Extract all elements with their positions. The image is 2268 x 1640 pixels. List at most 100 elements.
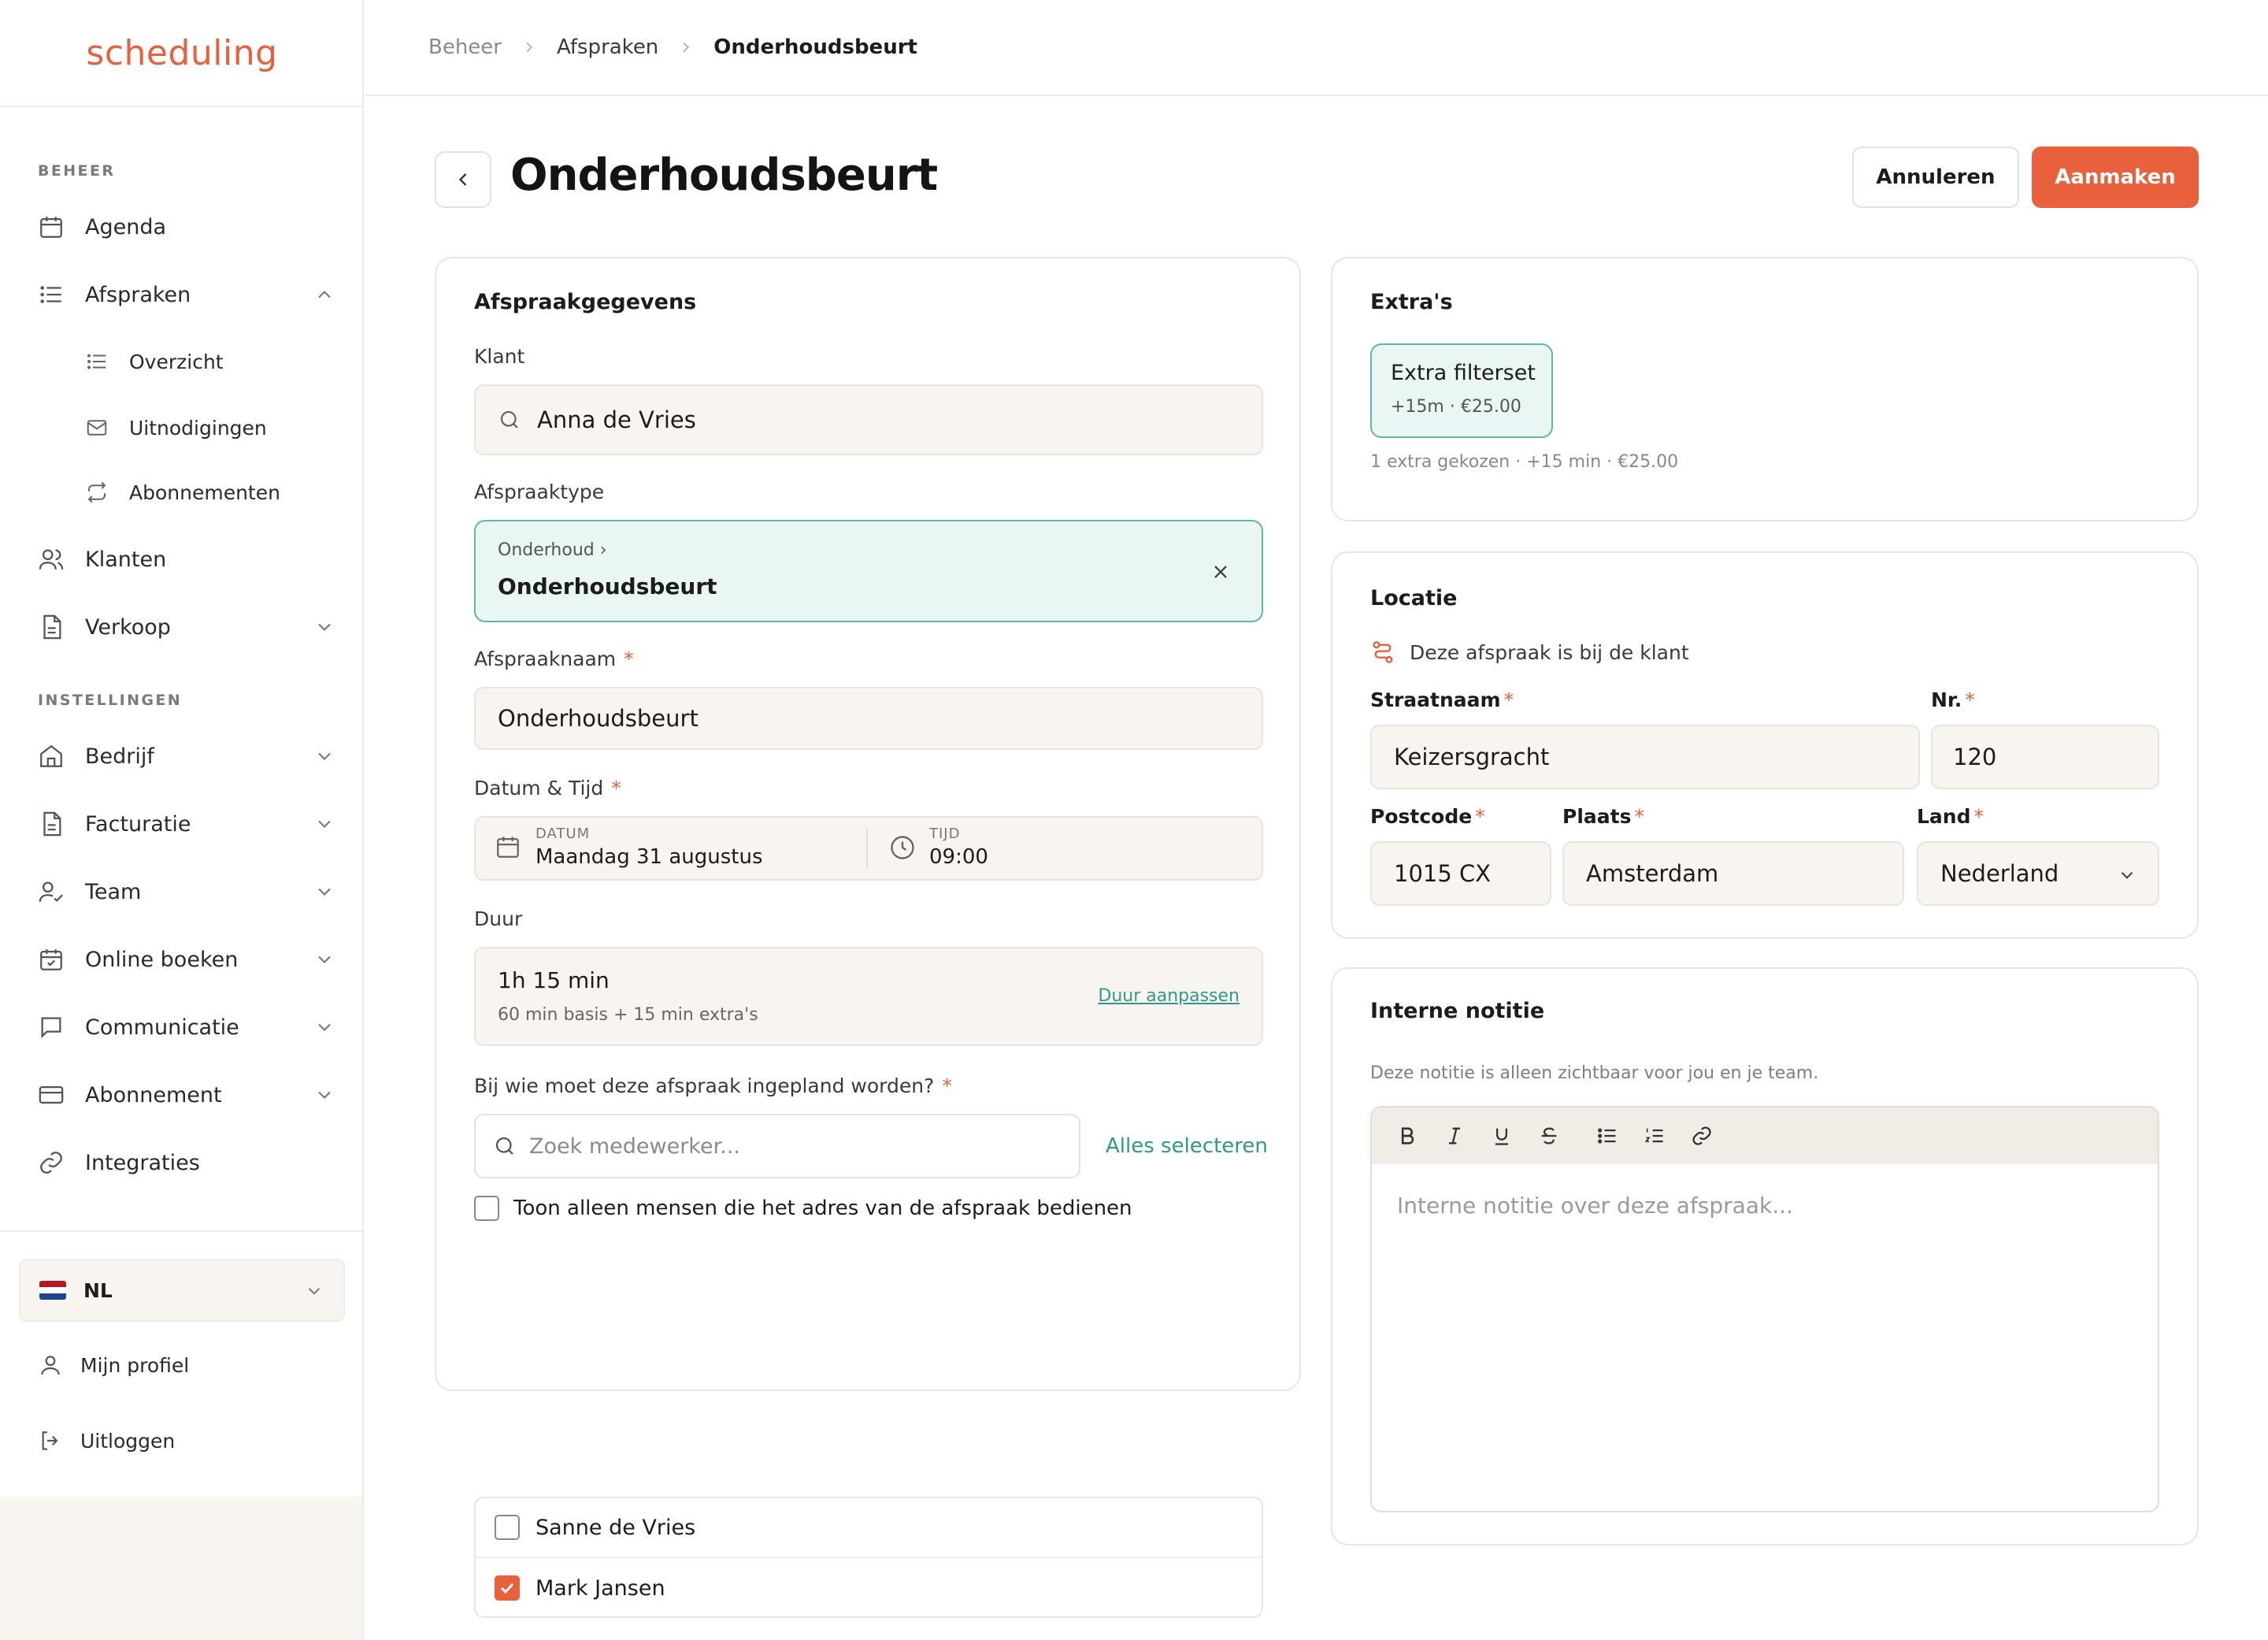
- sidebar-item-online-boeken[interactable]: Online boeken: [36, 937, 335, 981]
- breadcrumb-beheer[interactable]: Beheer: [428, 35, 502, 59]
- extras-card: Extra's Extra filterset +15m · €25.00 1 …: [1331, 257, 2199, 521]
- only-address-checkbox[interactable]: [474, 1196, 499, 1221]
- bold-icon[interactable]: [1391, 1119, 1424, 1152]
- staff-checkbox[interactable]: [495, 1575, 520, 1601]
- sidebar-item-agenda[interactable]: Agenda: [36, 205, 335, 249]
- chevron-down-icon: [313, 813, 335, 835]
- sidebar-item-label: Afspraken: [85, 282, 191, 307]
- sidebar-item-abonnement[interactable]: Abonnement: [36, 1073, 335, 1117]
- chat-icon: [36, 1012, 66, 1042]
- search-icon: [498, 408, 521, 432]
- search-icon: [493, 1134, 517, 1158]
- required-mark: *: [1475, 805, 1485, 828]
- type-value: Onderhoudsbeurt: [498, 573, 717, 599]
- profile-link[interactable]: Mijn profiel: [36, 1345, 189, 1385]
- sidebar-item-integraties[interactable]: Integraties: [36, 1141, 335, 1185]
- calendar-icon: [495, 833, 521, 860]
- name-label: Afspraaknaam *: [474, 647, 634, 670]
- list-item[interactable]: Mark Jansen: [476, 1558, 1262, 1618]
- staff-name: Mark Jansen: [536, 1575, 665, 1601]
- numbered-list-icon[interactable]: [1638, 1119, 1671, 1152]
- strikethrough-icon[interactable]: [1532, 1119, 1566, 1152]
- required-mark: *: [1965, 688, 1975, 711]
- country-label-text: Land: [1917, 805, 1971, 828]
- logout-icon: [36, 1427, 65, 1455]
- only-address-filter[interactable]: Toon alleen mensen die het adres van de …: [474, 1196, 1132, 1221]
- client-field[interactable]: Anna de Vries: [474, 384, 1263, 455]
- required-mark: *: [942, 1074, 952, 1097]
- underline-icon[interactable]: [1485, 1119, 1518, 1152]
- street-label-text: Straatnaam: [1370, 688, 1501, 711]
- city-input[interactable]: Amsterdam: [1562, 841, 1904, 906]
- country-value: Nederland: [1940, 860, 2059, 887]
- logout-link[interactable]: Uitloggen: [36, 1421, 175, 1460]
- duration-label: Duur: [474, 907, 523, 930]
- appointment-name-input[interactable]: Onderhoudsbeurt: [474, 687, 1263, 750]
- breadcrumb-afspraken[interactable]: Afspraken: [557, 35, 658, 59]
- calendar-check-icon: [36, 944, 66, 974]
- client-value: Anna de Vries: [537, 406, 696, 433]
- document-icon: [36, 612, 66, 642]
- sidebar-divider: [0, 1230, 364, 1232]
- sidebar-item-abonnementen[interactable]: Abonnementen: [83, 473, 320, 512]
- sidebar-item-klanten[interactable]: Klanten: [36, 537, 335, 581]
- cancel-button[interactable]: Annuleren: [1852, 147, 2019, 208]
- card-title: Locatie: [1370, 586, 1458, 610]
- note-hint: Deze notitie is alleen zichtbaar voor jo…: [1370, 1063, 1819, 1083]
- client-label: Klant: [474, 345, 525, 368]
- sidebar-item-facturatie[interactable]: Facturatie: [36, 802, 335, 846]
- users-icon: [36, 544, 66, 574]
- clock-icon: [888, 833, 917, 862]
- list-icon: [36, 280, 66, 310]
- staff-checkbox[interactable]: [495, 1515, 520, 1540]
- sidebar-item-afspraken[interactable]: Afspraken: [36, 273, 335, 317]
- calendar-icon: [36, 212, 66, 242]
- link-icon: [36, 1148, 66, 1178]
- chevron-down-icon: [313, 745, 335, 767]
- time-picker[interactable]: TIJD 09:00: [929, 826, 1166, 873]
- postcode-value: 1015 CX: [1394, 860, 1492, 887]
- staff-search-input[interactable]: Zoek medewerker...: [474, 1114, 1080, 1178]
- close-icon[interactable]: [1210, 561, 1232, 583]
- location-at-client-label: Deze afspraak is bij de klant: [1410, 640, 1689, 664]
- sidebar-item-team[interactable]: Team: [36, 870, 335, 914]
- house-number-input[interactable]: 120: [1931, 725, 2159, 789]
- logo[interactable]: scheduling: [0, 0, 364, 107]
- required-mark: *: [1973, 805, 1984, 828]
- staff-list: Sanne de Vries Mark Jansen: [474, 1497, 1263, 1618]
- sidebar-item-overzicht[interactable]: Overzicht: [83, 342, 320, 381]
- netherlands-flag-icon: [39, 1281, 66, 1300]
- location-card: Locatie Deze afspraak is bij de klant St…: [1331, 551, 2199, 939]
- nr-label: Nr. *: [1931, 688, 1975, 711]
- city-label: Plaats *: [1562, 805, 1644, 828]
- select-all-link[interactable]: Alles selecteren: [1106, 1134, 1268, 1158]
- duration-field: 1h 15 min 60 min basis + 15 min extra's …: [474, 947, 1263, 1046]
- datetime-field: DATUM Maandag 31 augustus TIJD 09:00: [474, 816, 1263, 881]
- date-picker[interactable]: DATUM Maandag 31 augustus: [536, 826, 866, 873]
- italic-icon[interactable]: [1438, 1119, 1471, 1152]
- sidebar-item-communicatie[interactable]: Communicatie: [36, 1005, 335, 1049]
- list-item[interactable]: Sanne de Vries: [476, 1498, 1262, 1558]
- appointment-type-selected[interactable]: Onderhoud › Onderhoudsbeurt: [474, 520, 1263, 622]
- link-icon[interactable]: [1685, 1119, 1718, 1152]
- time-caption: TIJD: [929, 826, 961, 842]
- street-input[interactable]: Keizersgracht: [1370, 725, 1920, 789]
- sidebar-item-bedrijf[interactable]: Bedrijf: [36, 734, 335, 778]
- language-select[interactable]: NL: [19, 1259, 345, 1322]
- sidebar-item-label: Integraties: [85, 1150, 200, 1175]
- create-button[interactable]: Aanmaken: [2032, 147, 2199, 208]
- sidebar-footer-area: [0, 1497, 364, 1640]
- country-select[interactable]: Nederland: [1917, 841, 2159, 906]
- chevron-down-icon: [313, 881, 335, 903]
- chevron-down-icon: [304, 1281, 324, 1301]
- adjust-duration-link[interactable]: Duur aanpassen: [1098, 986, 1240, 1006]
- sidebar-item-verkoop[interactable]: Verkoop: [36, 605, 335, 649]
- sidebar-item-uitnodigingen[interactable]: Uitnodigingen: [83, 408, 320, 447]
- bullet-list-icon[interactable]: [1591, 1119, 1624, 1152]
- postcode-input[interactable]: 1015 CX: [1370, 841, 1551, 906]
- appointment-details-card: Afspraakgegevens Klant Anna de Vries Afs…: [435, 257, 1301, 1618]
- back-button[interactable]: [435, 151, 491, 208]
- note-editor[interactable]: Interne notitie over deze afspraak...: [1370, 1164, 2159, 1512]
- extra-chip[interactable]: Extra filterset +15m · €25.00: [1370, 343, 1553, 438]
- type-label: Afspraaktype: [474, 480, 605, 503]
